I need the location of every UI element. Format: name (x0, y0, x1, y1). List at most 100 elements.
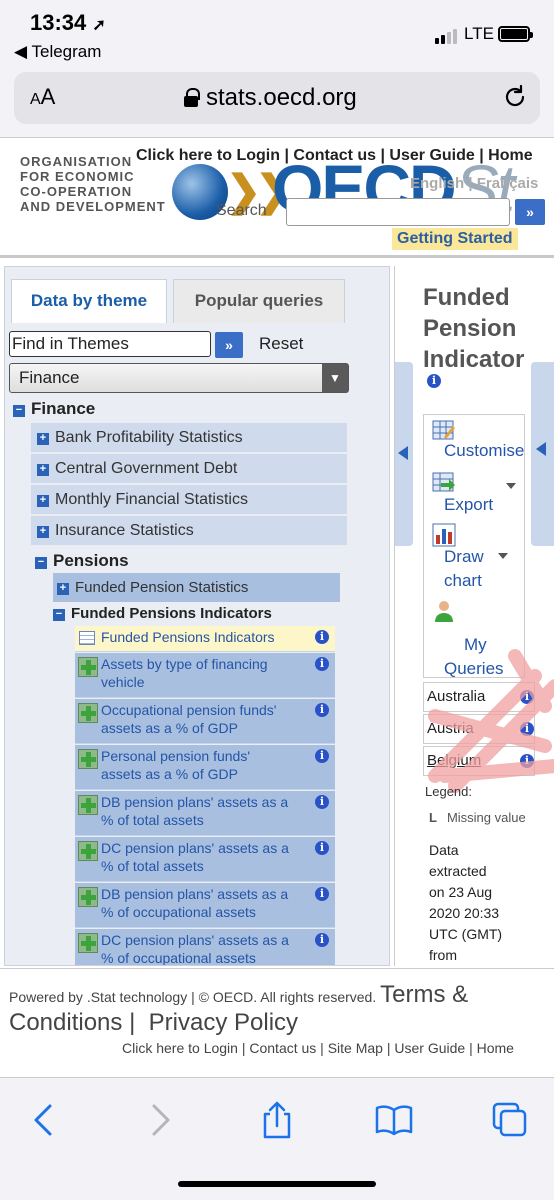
tree-node-pensions[interactable]: − Pensions (35, 551, 129, 571)
chevron-down-icon (498, 553, 508, 559)
info-icon[interactable]: i (315, 841, 329, 855)
tabs-icon[interactable] (490, 1100, 530, 1140)
collapse-left-panel-button[interactable] (395, 362, 413, 546)
reload-icon[interactable] (502, 84, 528, 110)
info-icon[interactable]: i (315, 630, 329, 644)
collapse-icon[interactable]: − (35, 557, 47, 569)
language-switch[interactable]: English | Français (410, 175, 538, 192)
collapse-icon[interactable]: − (53, 609, 65, 621)
export-icon (432, 472, 455, 492)
url-display[interactable]: stats.oecd.org (184, 84, 357, 112)
expand-icon[interactable]: + (37, 526, 49, 538)
dataset-item[interactable]: Personal pension funds' assets as a % of … (75, 745, 335, 790)
legend-missing-value: L Missing value (429, 810, 526, 825)
chart-icon (432, 523, 456, 547)
country-item[interactable]: Australia i (423, 682, 535, 712)
info-icon[interactable]: i (315, 795, 329, 809)
dataset-title: Funded Pension Indicator (423, 284, 525, 373)
my-queries-button[interactable]: My Queries (424, 599, 524, 677)
site-header: ORGANISATION FOR ECONOMIC CO-OPERATION A… (0, 138, 554, 258)
info-icon[interactable]: i (315, 887, 329, 901)
info-icon[interactable]: i (315, 657, 329, 671)
expand-icon[interactable]: + (37, 464, 49, 476)
dataset-item[interactable]: Occupational pension funds' assets as a %… (75, 699, 335, 744)
dataset-item[interactable]: Assets by type of financing vehicle i (75, 653, 335, 698)
clock: 13:34 ➚ (30, 10, 106, 35)
dataset-item[interactable]: DC pension plans' assets as a% of occupa… (75, 929, 335, 965)
chevron-down-icon (506, 483, 516, 489)
extraction-note: Data extracted on 23 Aug 2020 20:33 UTC … (429, 842, 503, 963)
tab-data-by-theme[interactable]: Data by theme (11, 279, 167, 323)
tree-node-funded-pensions-indicators[interactable]: − Funded Pensions Indicators (53, 605, 272, 622)
info-icon[interactable]: i (520, 754, 534, 768)
legend-label: Legend: (425, 784, 472, 799)
footer-links[interactable]: Click here to Login | Contact us | Site … (122, 1040, 514, 1056)
collapse-right-panel-button[interactable] (531, 362, 554, 546)
table-icon (79, 631, 95, 645)
terms-link[interactable]: Terms & (380, 981, 468, 1008)
battery-icon (498, 26, 533, 42)
reset-button[interactable]: Reset (259, 334, 303, 354)
tab-popular-queries[interactable]: Popular queries (173, 279, 345, 323)
info-icon[interactable]: i (315, 749, 329, 763)
getting-started-link[interactable]: Getting Started (392, 228, 518, 250)
country-item[interactable]: Belgium i (423, 746, 535, 776)
tree-item[interactable]: + Insurance Statistics (31, 516, 347, 545)
network-type: LTE (464, 24, 494, 43)
footer-legal-links: Conditions | Privacy Policy (9, 1009, 298, 1037)
add-dataset-icon (78, 795, 98, 815)
page-footer: Powered by .Stat technology | © OECD. Al… (0, 968, 554, 1078)
back-to-app-link[interactable]: ◀ Telegram (14, 42, 101, 62)
back-arrow-icon[interactable] (24, 1100, 64, 1140)
add-dataset-icon (78, 933, 98, 953)
search-go-button[interactable]: » (515, 199, 545, 225)
header-links[interactable]: Click here to Login | Contact us | User … (136, 147, 533, 165)
tree-node-finance[interactable]: − Finance (13, 399, 95, 419)
expand-icon[interactable]: + (37, 495, 49, 507)
dataset-item[interactable]: DC pension plans' assets as a% of total … (75, 837, 335, 882)
tree-item[interactable]: + Central Government Debt (31, 454, 347, 483)
customise-button[interactable]: Customise (424, 419, 524, 463)
dataset-view-panel: Funded Pension Indicator i Customise Exp… (394, 266, 554, 966)
info-icon[interactable]: i (315, 703, 329, 717)
tree-item[interactable]: + Monthly Financial Statistics (31, 485, 347, 514)
export-button[interactable]: Export (424, 471, 524, 519)
draw-chart-button[interactable]: Draw chart (424, 523, 524, 595)
tree-item[interactable]: + Bank Profitability Statistics (31, 423, 347, 452)
add-dataset-icon (78, 657, 98, 677)
info-icon[interactable]: i (315, 933, 329, 947)
lock-icon (184, 88, 200, 107)
forward-arrow-icon[interactable] (140, 1100, 180, 1140)
expand-icon[interactable]: + (57, 583, 69, 595)
info-icon[interactable]: i (520, 690, 534, 704)
collapse-icon[interactable]: − (13, 405, 25, 417)
status-bar: 13:34 ➚ ◀ Telegram LTE (0, 0, 554, 64)
tree-item-funded-pension-statistics[interactable]: + Funded Pension Statistics (53, 573, 340, 602)
share-icon[interactable] (257, 1100, 297, 1140)
reader-options-button[interactable]: AA (30, 84, 55, 110)
user-icon (435, 601, 453, 622)
toolbar: Customise Export Draw chart My Queries (423, 414, 525, 678)
find-go-button[interactable]: » (215, 332, 243, 358)
country-item[interactable]: Austria i (423, 714, 535, 744)
add-dataset-icon (78, 703, 98, 723)
info-icon[interactable]: i (427, 374, 441, 388)
info-icon[interactable]: i (520, 722, 534, 736)
bookmarks-icon[interactable] (374, 1100, 414, 1140)
expand-icon[interactable]: + (37, 433, 49, 445)
dataset-item[interactable]: DB pension plans' assets as a% of occupa… (75, 883, 335, 928)
footer-copyright: Powered by .Stat technology | © OECD. Al… (9, 981, 469, 1008)
search-input[interactable] (286, 198, 510, 226)
address-bar[interactable]: AA stats.oecd.org (14, 72, 540, 124)
theme-browser-panel: Data by theme Popular queries Find in Th… (4, 266, 390, 966)
dataset-item[interactable]: DB pension plans' assets as a% of total … (75, 791, 335, 836)
conditions-link[interactable]: Conditions | (9, 1009, 135, 1036)
find-in-themes-input[interactable]: Find in Themes (9, 331, 211, 357)
add-dataset-icon (78, 749, 98, 769)
home-indicator[interactable] (178, 1181, 376, 1187)
privacy-policy-link[interactable]: Privacy Policy (149, 1009, 298, 1036)
dataset-item-selected[interactable]: Funded Pensions Indicators i (75, 626, 335, 652)
add-dataset-icon (78, 887, 98, 907)
theme-select[interactable]: Finance ▼ (9, 363, 349, 393)
add-dataset-icon (78, 841, 98, 861)
